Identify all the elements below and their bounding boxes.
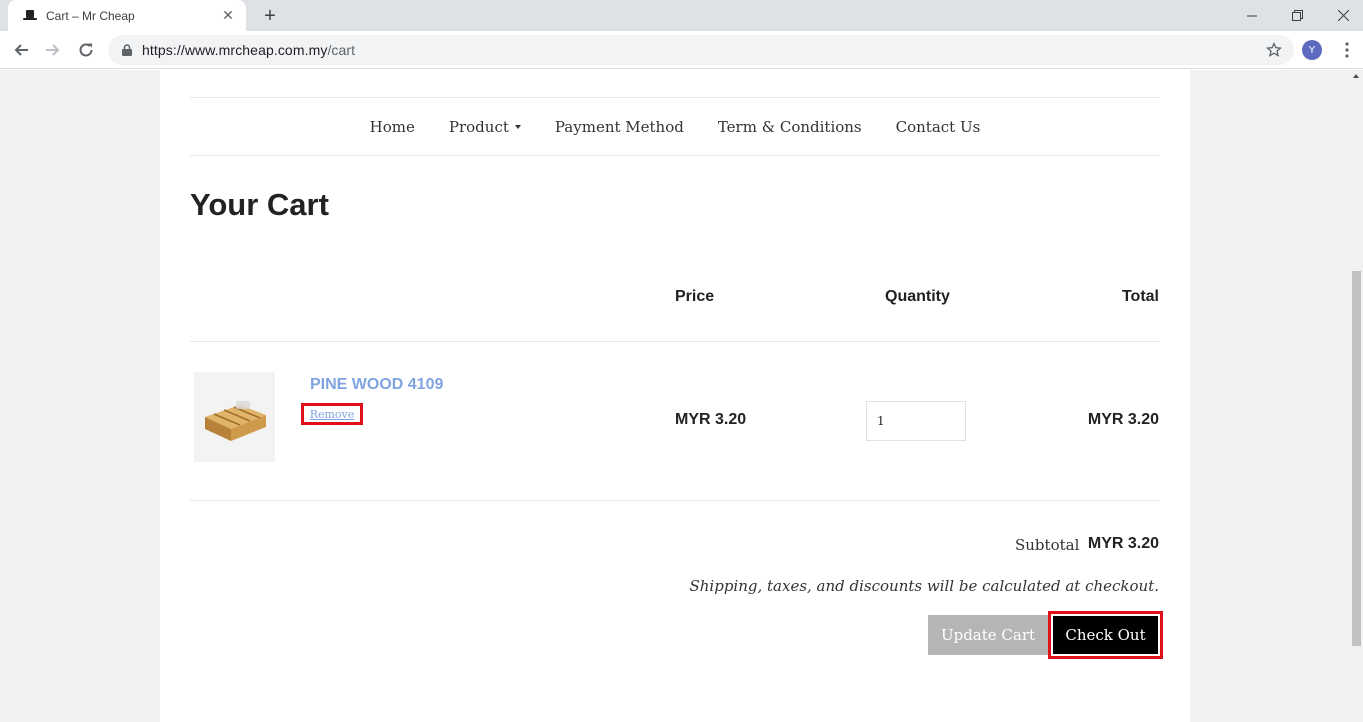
check-out-button[interactable]: Check Out bbox=[1053, 616, 1158, 654]
checkout-highlight: Check Out bbox=[1048, 611, 1163, 659]
header-quantity: Quantity bbox=[885, 288, 950, 305]
browser-toolbar: https://www.mrcheap.com.my/cart Y bbox=[0, 31, 1363, 69]
nav-contact-us[interactable]: Contact Us bbox=[896, 118, 981, 136]
nav-product[interactable]: Product bbox=[449, 118, 521, 136]
browser-tab[interactable]: Cart – Mr Cheap ✕ bbox=[8, 0, 246, 31]
minimize-icon[interactable] bbox=[1229, 0, 1275, 31]
address-bar[interactable]: https://www.mrcheap.com.my/cart bbox=[108, 35, 1294, 65]
header-total: Total bbox=[1121, 288, 1159, 305]
forward-arrow-icon[interactable] bbox=[38, 35, 68, 65]
page-viewport: Home Product Payment Method Term & Condi… bbox=[0, 70, 1363, 722]
divider bbox=[190, 500, 1160, 501]
remove-link[interactable]: Remove bbox=[310, 408, 355, 421]
page-title: Your Cart bbox=[190, 187, 329, 222]
new-tab-plus-icon[interactable]: + bbox=[258, 4, 282, 28]
scrollbar-thumb[interactable] bbox=[1352, 271, 1361, 646]
url-text: https://www.mrcheap.com.my/cart bbox=[142, 42, 356, 58]
header-price: Price bbox=[675, 288, 715, 305]
update-cart-button[interactable]: Update Cart bbox=[928, 615, 1048, 655]
back-arrow-icon[interactable] bbox=[6, 35, 36, 65]
profile-avatar[interactable]: Y bbox=[1302, 40, 1322, 60]
scroll-up-arrow-icon[interactable] bbox=[1353, 74, 1359, 78]
item-total: MYR 3.20 bbox=[1087, 411, 1159, 428]
kebab-menu-icon[interactable] bbox=[1336, 39, 1358, 61]
tab-close-icon[interactable]: ✕ bbox=[220, 7, 236, 24]
close-window-icon[interactable] bbox=[1320, 0, 1363, 31]
tab-title: Cart – Mr Cheap bbox=[46, 8, 135, 23]
nav-home[interactable]: Home bbox=[370, 118, 415, 136]
item-price: MYR 3.20 bbox=[675, 411, 747, 428]
wood-pallet-icon bbox=[204, 401, 266, 441]
site-navigation: Home Product Payment Method Term & Condi… bbox=[190, 97, 1160, 156]
nav-payment-method[interactable]: Payment Method bbox=[555, 118, 684, 136]
vertical-scrollbar[interactable] bbox=[1350, 70, 1363, 722]
restore-icon[interactable] bbox=[1274, 0, 1320, 31]
caret-down-icon bbox=[514, 124, 521, 129]
lock-icon bbox=[120, 43, 134, 57]
hat-favicon-icon bbox=[22, 8, 38, 24]
quantity-input[interactable] bbox=[866, 401, 966, 441]
product-name-link[interactable]: PINE WOOD 4109 bbox=[310, 376, 443, 394]
page-content: Home Product Payment Method Term & Condi… bbox=[160, 70, 1190, 722]
product-thumbnail[interactable] bbox=[194, 372, 275, 462]
browser-tab-bar: Cart – Mr Cheap ✕ + bbox=[0, 0, 1363, 31]
nav-product-label: Product bbox=[448, 117, 509, 136]
divider bbox=[190, 341, 1160, 342]
remove-highlight: Remove bbox=[301, 403, 363, 425]
subtotal-label: Subtotal bbox=[1015, 536, 1080, 554]
checkout-note: Shipping, taxes, and discounts will be c… bbox=[689, 577, 1159, 595]
bookmark-star-icon[interactable] bbox=[1266, 42, 1282, 58]
nav-terms-conditions[interactable]: Term & Conditions bbox=[718, 118, 862, 136]
reload-icon[interactable] bbox=[71, 35, 101, 65]
subtotal-value: MYR 3.20 bbox=[1087, 535, 1159, 552]
